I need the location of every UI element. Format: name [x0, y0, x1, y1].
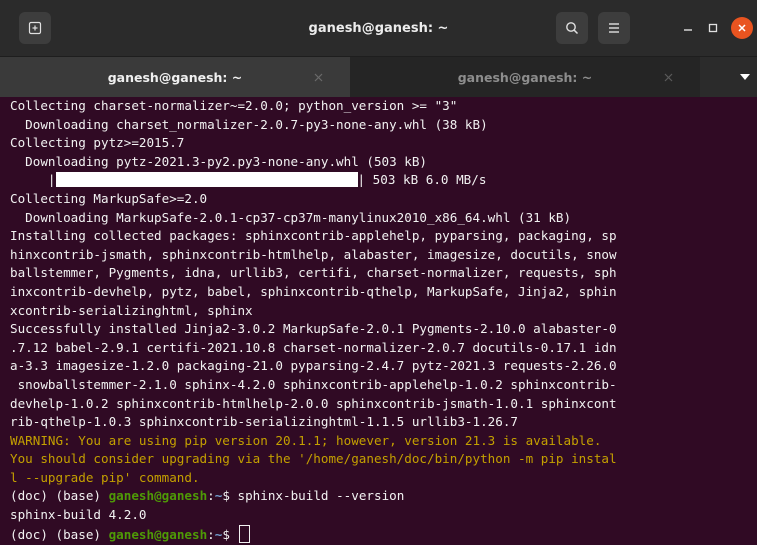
progress-suffix: | 503 kB 6.0 MB/s: [357, 172, 487, 188]
tab-bar: ganesh@ganesh: ~ ganesh@ganesh: ~: [0, 57, 757, 97]
output-line: ballstemmer, Pygments, idna, urllib3, ce…: [10, 265, 617, 281]
maximize-button[interactable]: [702, 17, 724, 39]
prompt-symbol: $: [222, 526, 238, 542]
progress-line: | | 503 kB 6.0 MB/s: [0, 171, 757, 190]
hamburger-menu-icon: [609, 23, 619, 33]
minimize-button[interactable]: [677, 17, 699, 39]
output-line: devhelp-1.0.2 sphinxcontrib-htmlhelp-2.0…: [10, 395, 617, 411]
tab-2[interactable]: ganesh@ganesh: ~: [350, 57, 700, 97]
output-line: Collecting charset-normalizer~=2.0.0; py…: [10, 98, 458, 113]
search-button[interactable]: [556, 12, 588, 44]
terminal-window: ganesh@ganesh: ~ ganesh@ganesh: ~ ganesh…: [0, 0, 757, 545]
output-line: rib-qthelp-1.0.3 sphinxcontrib-serializi…: [10, 414, 518, 430]
tab-close-button[interactable]: [310, 69, 326, 85]
new-tab-button[interactable]: [19, 12, 51, 44]
maximize-icon: [708, 23, 718, 33]
text-cursor[interactable]: [238, 524, 250, 543]
minimize-icon: [684, 29, 692, 31]
output-line: hinxcontrib-jsmath, sphinxcontrib-htmlhe…: [10, 246, 617, 262]
prompt-env: (doc) (base): [10, 488, 109, 504]
progress-bar-fill: [55, 172, 358, 188]
output-line: Installing collected packages: sphinxcon…: [10, 228, 617, 244]
output-line: snowballstemmer-2.1.0 sphinx-4.2.0 sphin…: [10, 376, 617, 392]
output-line: sphinx-build 4.2.0: [10, 507, 147, 523]
close-icon: [314, 73, 322, 81]
output-line: Successfully installed Jinja2-3.0.2 Mark…: [10, 321, 617, 337]
prompt-env: (doc) (base): [10, 526, 109, 542]
tab-label: ganesh@ganesh: ~: [457, 69, 593, 85]
tab-1[interactable]: ganesh@ganesh: ~: [0, 57, 350, 97]
progress-prefix: |: [10, 172, 56, 188]
new-tab-icon: [28, 21, 42, 35]
prompt-line[interactable]: (doc) (base) ganesh@ganesh:~$: [0, 524, 757, 544]
menu-button[interactable]: [598, 12, 630, 44]
output-line: a-3.3 imagesize-1.2.0 packaging-21.0 pyp…: [10, 358, 617, 374]
close-icon: [738, 24, 746, 32]
output-line: Collecting MarkupSafe>=2.0: [10, 190, 208, 206]
header-bar: ganesh@ganesh: ~: [0, 0, 757, 57]
prompt-command: sphinx-build --version: [237, 488, 405, 504]
prompt-line: (doc) (base) ganesh@ganesh:~$ sphinx-bui…: [0, 487, 757, 506]
warning-line: WARNING: You are using pip version 20.1.…: [10, 432, 602, 448]
prompt-user-host: ganesh@ganesh: [108, 488, 208, 504]
prompt-colon: :: [207, 526, 215, 542]
prompt-colon: :: [207, 488, 215, 504]
output-line: Downloading pytz-2021.3-py2.py3-none-any…: [10, 153, 428, 169]
close-button[interactable]: [731, 17, 753, 39]
chevron-down-icon: [740, 74, 750, 80]
tab-label: ganesh@ganesh: ~: [107, 69, 243, 85]
output-line: Downloading MarkupSafe-2.0.1-cp37-cp37m-…: [10, 209, 572, 225]
warning-line: You should consider upgrading via the '/…: [10, 451, 617, 467]
search-icon: [566, 22, 579, 35]
window-title: ganesh@ganesh: ~: [308, 20, 449, 36]
progress-bar: [55, 172, 358, 188]
output-line: Downloading charset_normalizer-2.0.7-py3…: [10, 116, 488, 132]
prompt-user-host: ganesh@ganesh: [108, 526, 208, 542]
output-line: inxcontrib-devhelp, pytz, babel, sphinxc…: [10, 283, 617, 299]
output-line: xcontrib-serializinghtml, sphinx: [10, 302, 253, 318]
output-line: Collecting pytz>=2015.7: [10, 135, 185, 151]
terminal-output[interactable]: Collecting charset-normalizer~=2.0.0; py…: [0, 97, 757, 545]
close-icon: [664, 73, 672, 81]
warning-line: l --upgrade pip' command.: [10, 469, 200, 485]
prompt-symbol: $: [222, 488, 238, 504]
output-line: .7.12 babel-2.9.1 certifi-2021.10.8 char…: [10, 339, 617, 355]
tab-close-button[interactable]: [660, 69, 676, 85]
tab-list-button[interactable]: [738, 71, 752, 83]
